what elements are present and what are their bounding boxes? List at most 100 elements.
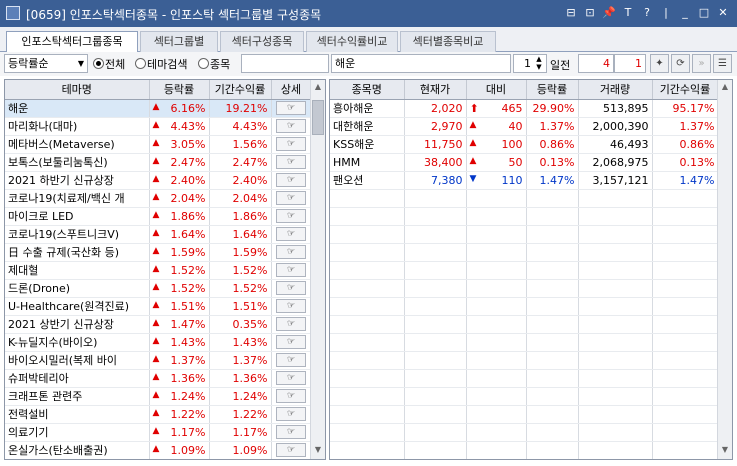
scroll-down-icon[interactable]: ▼ [311,445,325,457]
stock-row[interactable]: HMM38,400500.13%2,068,9750.13% [330,153,719,172]
theme-row[interactable]: 2021 하반기 신규상장2.40%2.40%☞ [5,171,312,190]
window-titlebar: [0659] 인포스탁섹터종목 - 인포스탁 섹터그룹별 구성종목 ⊟ ⊡ 📌 … [0,0,737,27]
theme-row[interactable]: 코로나19(치료제/백신 개2.04%2.04%☞ [5,189,312,208]
theme-detail-cell: ☞ [271,351,312,370]
settings-icon[interactable]: ✦ [650,54,669,73]
detail-button[interactable]: ☞ [276,155,306,169]
col-volume[interactable]: 거래량 [578,80,653,100]
theme-row[interactable]: 마리화나(대마)4.43%4.43%☞ [5,117,312,136]
theme-rate: 1.36% [149,369,210,388]
stock-row[interactable]: KSS해운11,7501000.86%46,4930.86% [330,135,719,154]
theme-row[interactable]: 드론(Drone)1.52%1.52%☞ [5,279,312,298]
col-theme-name[interactable]: 테마명 [5,80,150,100]
theme-row[interactable]: 메타버스(Metaverse)3.05%1.56% ☞ [5,135,312,154]
col-stock-period-return[interactable]: 기간수익률 [652,80,719,100]
theme-row[interactable]: 2021 상반기 신규상장1.47%0.35% ☞ [5,315,312,334]
help-icon[interactable]: ? [639,5,655,21]
theme-row[interactable]: 해운6.16%19.21% ☞ [5,99,312,118]
col-detail[interactable]: 상세 [271,80,312,100]
theme-row[interactable]: 마이크로 LED1.86%1.86%☞ [5,207,312,226]
period-to-input[interactable]: 1 [614,54,646,73]
tab-sector-constituents[interactable]: 섹터구성종목 [220,31,304,52]
theme-row[interactable]: 日 수출 규제(국산화 등)1.59%1.59%☞ [5,243,312,262]
detail-button[interactable]: ☞ [276,137,306,151]
export-icon[interactable]: ☰ [713,54,732,73]
tab-sector-groups[interactable]: 섹터그룹별 [140,31,218,52]
maximize-icon[interactable]: □ [696,5,712,21]
theme-row[interactable]: 보톡스(보툴리눔톡신)2.47%2.47%☞ [5,153,312,172]
empty-row [330,261,719,280]
empty-row [330,423,719,442]
link-icon[interactable]: ⊡ [582,5,598,21]
next-icon[interactable]: » [692,54,711,73]
detail-button[interactable]: ☞ [276,425,306,439]
tab-sector-group-stocks[interactable]: 인포스탁섹터그룹종목 [6,31,138,53]
scroll-thumb[interactable] [312,100,324,135]
scroll-up-icon[interactable]: ▲ [311,82,325,94]
theme-search-input[interactable]: 해운 [331,54,511,73]
radio-theme-search[interactable]: 테마검색 [135,56,187,72]
stock-row[interactable]: 대한해운2,970401.37%2,000,3901.37% [330,117,719,136]
pin-icon[interactable]: 📌 [601,5,617,21]
stock-row[interactable]: 팬오션7,3801101.47%3,157,1211.47% [330,171,719,190]
theme-row[interactable]: 제대혈1.52%1.52%☞ [5,261,312,280]
detail-button[interactable]: ☞ [276,191,306,205]
detail-button[interactable]: ☞ [276,443,306,457]
stock-search-input[interactable] [241,54,329,73]
detail-button[interactable]: ☞ [276,407,306,421]
theme-period-return: 1.22% [209,405,272,424]
col-change[interactable]: 대비 [466,80,527,100]
theme-row[interactable]: 의료기기1.17%1.17%☞ [5,423,312,442]
scroll-up-icon[interactable]: ▲ [718,82,732,94]
period-from-input[interactable]: 4 [578,54,614,73]
minimize-icon[interactable]: _ [677,5,693,21]
detail-button[interactable]: ☞ [276,299,306,313]
detail-button[interactable]: ☞ [276,335,306,349]
col-price[interactable]: 현재가 [404,80,467,100]
detail-button[interactable]: ☞ [276,173,306,187]
empty-row [330,369,719,388]
detail-button[interactable]: ☞ [276,389,306,403]
theme-detail-cell: ☞ [271,207,312,226]
tab-sector-stock-compare[interactable]: 섹터별종목비교 [400,31,496,52]
detail-button[interactable]: ☞ [276,119,306,133]
theme-row[interactable]: 코로나19(스푸트니크V)1.64%1.64%☞ [5,225,312,244]
tab-sector-return-compare[interactable]: 섹터수익률비교 [306,31,398,52]
theme-list-scrollbar[interactable]: ▲ ▼ [310,80,325,459]
stock-row[interactable]: 흥아해운2,02046529.90%513,89595.17% [330,99,719,118]
detail-button[interactable]: ☞ [276,263,306,277]
scroll-down-icon[interactable]: ▼ [718,445,732,457]
detail-button[interactable]: ☞ [276,227,306,241]
stepper-arrows-icon: ▲ ▼ [536,55,542,71]
col-stock-name[interactable]: 종목명 [330,80,405,100]
theme-rate: 1.43% [149,333,210,352]
col-period-return[interactable]: 기간수익률 [209,80,272,100]
font-size-icon[interactable]: T [620,5,636,21]
theme-row[interactable]: 슈퍼박테리아1.36%1.36%☞ [5,369,312,388]
radio-all[interactable]: 전체 [93,56,125,72]
theme-row[interactable]: 크래프톤 관련주1.24%1.24%☞ [5,387,312,406]
theme-row[interactable]: U-Healthcare(원격진료)1.51%1.51%☞ [5,297,312,316]
detail-button[interactable]: ☞ [276,101,306,115]
detail-button[interactable]: ☞ [276,281,306,295]
radio-stock[interactable]: 종목 [198,56,230,72]
refresh-icon[interactable]: ⟳ [671,54,690,73]
layout-icon[interactable]: ⊟ [563,5,579,21]
stock-change: 40 [466,117,527,136]
col-stock-rate[interactable]: 등락률 [526,80,579,100]
detail-button[interactable]: ☞ [276,245,306,259]
col-rate[interactable]: 등락률 [149,80,210,100]
detail-button[interactable]: ☞ [276,317,306,331]
theme-row[interactable]: 전력설비1.22%1.22%☞ [5,405,312,424]
theme-row[interactable]: K-뉴딜지수(바이오)1.43%1.43%☞ [5,333,312,352]
stock-list-scrollbar[interactable]: ▲ ▼ [717,80,732,459]
theme-row[interactable]: 바이오시밀러(복제 바이1.37%1.37%☞ [5,351,312,370]
detail-button[interactable]: ☞ [276,371,306,385]
close-icon[interactable]: ✕ [715,5,731,21]
detail-button[interactable]: ☞ [276,209,306,223]
theme-row[interactable]: 온실가스(탄소배출권)1.09%1.09%☞ [5,441,312,459]
detail-button[interactable]: ☞ [276,353,306,367]
count-stepper[interactable]: 1 ▲ ▼ [513,54,547,73]
theme-rate: 1.59% [149,243,210,262]
sort-select[interactable]: 등락률순 ▼ [4,54,88,73]
